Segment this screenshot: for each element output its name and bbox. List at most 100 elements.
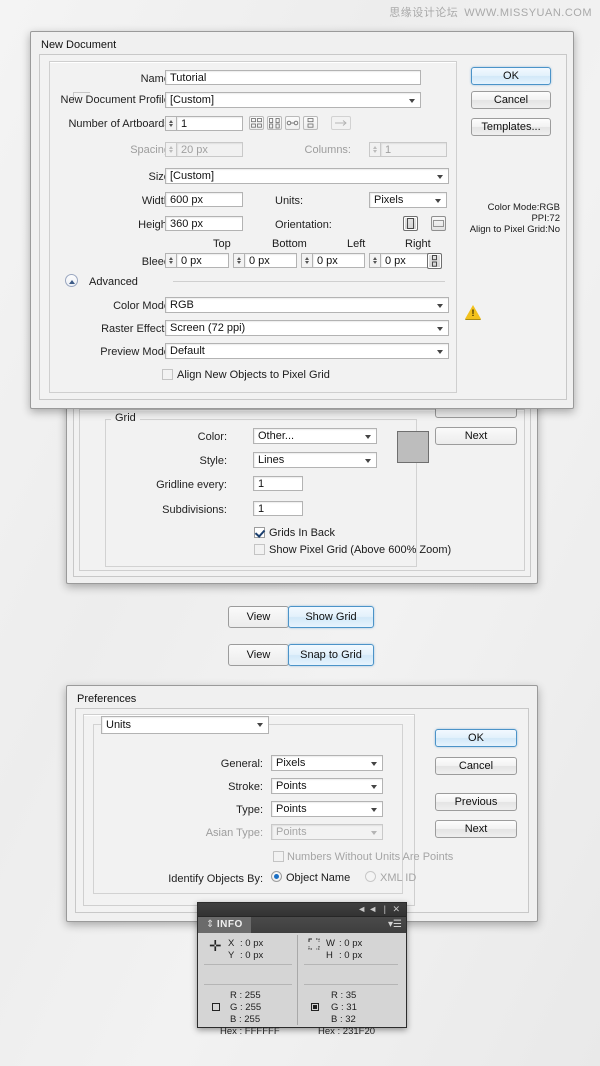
bleed-top-down[interactable] xyxy=(169,261,173,264)
info-fill-g: G : 255 xyxy=(230,1002,262,1013)
asian-type-units-select[interactable]: Points xyxy=(271,824,383,840)
menu-view-button-2[interactable]: View xyxy=(228,644,289,666)
bleed-bottom-up[interactable] xyxy=(237,257,241,260)
grid-color-swatch[interactable] xyxy=(397,431,429,463)
grids-in-back-checkbox[interactable] xyxy=(254,527,265,538)
bleed-right-down[interactable] xyxy=(373,261,377,264)
info-panel-tab[interactable]: ⇕ INFO xyxy=(198,917,251,933)
new-doc-cancel-button[interactable]: Cancel xyxy=(471,91,551,109)
artboard-direction-icon[interactable] xyxy=(331,116,351,130)
grid-style-select[interactable]: Lines xyxy=(253,452,377,468)
info-w-label: W xyxy=(326,938,335,949)
bleed-left-input[interactable]: 0 px xyxy=(312,253,365,268)
type-units-select[interactable]: Points xyxy=(271,801,383,817)
units-select[interactable]: Pixels xyxy=(369,192,447,208)
preferences-ok-button[interactable]: OK xyxy=(435,729,517,747)
stroke-swatch-icon xyxy=(311,1003,319,1011)
info-panel-menu-icon[interactable]: ▾☰ xyxy=(388,919,402,931)
grid-next-button[interactable]: Next xyxy=(435,427,517,445)
bleed-left-up[interactable] xyxy=(305,257,309,260)
stroke-units-select[interactable]: Points xyxy=(271,778,383,794)
spacing-stepper-down[interactable] xyxy=(169,150,173,153)
bleed-left-stepper[interactable] xyxy=(301,253,312,268)
preferences-dialog[interactable]: Preferences Units General: Pixels Stroke… xyxy=(66,685,538,922)
info-panel-divider-2 xyxy=(304,964,398,965)
info-x-value: : 0 px xyxy=(240,938,264,949)
bleed-bottom-stepper[interactable] xyxy=(233,253,244,268)
gridline-every-input[interactable]: 1 xyxy=(253,476,303,491)
bleed-top-input[interactable]: 0 px xyxy=(176,253,229,268)
orientation-label: Orientation: xyxy=(275,219,332,231)
preferences-section-select[interactable]: Units xyxy=(101,716,269,734)
size-label: Size: xyxy=(148,171,173,183)
name-input[interactable]: Tutorial xyxy=(165,70,421,85)
new-doc-templates-button[interactable]: Templates... xyxy=(471,118,551,136)
info-panel-controls[interactable]: ◄◄ | ✕ xyxy=(357,904,402,915)
identify-object-name-radio[interactable] xyxy=(271,871,282,882)
preview-mode-select[interactable]: Default xyxy=(165,343,449,359)
artboards-stepper-down[interactable] xyxy=(169,124,173,127)
general-units-select[interactable]: Pixels xyxy=(271,755,383,771)
profile-select[interactable]: [Custom] xyxy=(165,92,421,108)
identify-xml-id-radio[interactable] xyxy=(365,871,376,882)
bleed-bottom-down[interactable] xyxy=(237,261,241,264)
info-panel-collapse-icon[interactable]: ⇕ xyxy=(206,919,215,930)
bleed-bottom-header: Bottom xyxy=(272,238,307,250)
numbers-without-units-checkbox[interactable] xyxy=(273,851,284,862)
grid-style-label: Style: xyxy=(199,455,227,467)
color-mode-select[interactable]: RGB xyxy=(165,297,449,313)
preferences-next-button[interactable]: Next xyxy=(435,820,517,838)
spacing-input[interactable]: 20 px xyxy=(176,142,243,157)
bleed-right-input[interactable]: 0 px xyxy=(380,253,433,268)
align-pixel-grid-checkbox[interactable] xyxy=(162,369,173,380)
advanced-disclosure-icon[interactable] xyxy=(65,274,78,287)
raster-effects-select[interactable]: Screen (72 ppi) xyxy=(165,320,449,336)
menu-view-button-1[interactable]: View xyxy=(228,606,289,628)
columns-stepper-up[interactable] xyxy=(373,146,377,149)
bleed-top-stepper[interactable] xyxy=(165,253,176,268)
orientation-portrait-button[interactable] xyxy=(403,216,418,231)
columns-stepper-down[interactable] xyxy=(373,150,377,153)
columns-input[interactable]: 1 xyxy=(380,142,447,157)
artboards-stepper[interactable] xyxy=(165,116,176,131)
artboard-by-row-icon[interactable] xyxy=(285,116,300,130)
subdivisions-input[interactable]: 1 xyxy=(253,501,303,516)
menu-item-snap-to-grid[interactable]: Snap to Grid xyxy=(288,644,374,666)
bleed-left-down[interactable] xyxy=(305,261,309,264)
bleed-link-button[interactable] xyxy=(427,253,442,269)
size-select[interactable]: [Custom] xyxy=(165,168,449,184)
bleed-bottom-input[interactable]: 0 px xyxy=(244,253,297,268)
artboards-input[interactable]: 1 xyxy=(176,116,243,131)
gridline-every-label: Gridline every: xyxy=(156,479,227,491)
warning-icon: ! xyxy=(465,305,481,319)
spacing-stepper[interactable] xyxy=(165,142,176,157)
align-pixel-grid-label: Align New Objects to Pixel Grid xyxy=(177,369,330,381)
grid-color-select[interactable]: Other... xyxy=(253,428,377,444)
info-stroke-g: G : 31 xyxy=(331,1002,357,1013)
spacing-stepper-up[interactable] xyxy=(169,146,173,149)
orientation-landscape-button[interactable] xyxy=(431,216,446,231)
preferences-previous-button[interactable]: Previous xyxy=(435,793,517,811)
info-panel[interactable]: ◄◄ | ✕ ⇕ INFO ▾☰ ✛ X : 0 px Y : 0 px W : … xyxy=(197,902,407,1037)
new-document-dialog[interactable]: New Document Name: Tutorial New Document… xyxy=(30,31,574,409)
info-panel-titlebar[interactable]: ◄◄ | ✕ xyxy=(198,903,406,917)
subdivisions-label: Subdivisions: xyxy=(162,504,227,516)
info-panel-content: ✛ X : 0 px Y : 0 px W : 0 px H : 0 px R … xyxy=(198,933,406,1037)
artboard-grid-by-row-icon[interactable] xyxy=(249,116,264,130)
artboard-by-column-icon[interactable] xyxy=(303,116,318,130)
advanced-divider xyxy=(173,281,445,282)
bleed-top-up[interactable] xyxy=(169,257,173,260)
height-input[interactable]: 360 px xyxy=(165,216,243,231)
artboard-grid-by-column-icon[interactable] xyxy=(267,116,282,130)
grid-preferences-dialog[interactable]: Grid Color: Other... Style: Lines Gridli… xyxy=(66,396,538,584)
new-doc-ok-button[interactable]: OK xyxy=(471,67,551,85)
artboards-stepper-up[interactable] xyxy=(169,120,173,123)
columns-stepper[interactable] xyxy=(369,142,380,157)
show-pixel-grid-checkbox[interactable] xyxy=(254,544,265,555)
preferences-cancel-button[interactable]: Cancel xyxy=(435,757,517,775)
menu-item-show-grid[interactable]: Show Grid xyxy=(288,606,374,628)
width-input[interactable]: 600 px xyxy=(165,192,243,207)
info-stroke-hex: Hex : 231F20 xyxy=(318,1026,376,1037)
bleed-right-stepper[interactable] xyxy=(369,253,380,268)
bleed-right-up[interactable] xyxy=(373,257,377,260)
